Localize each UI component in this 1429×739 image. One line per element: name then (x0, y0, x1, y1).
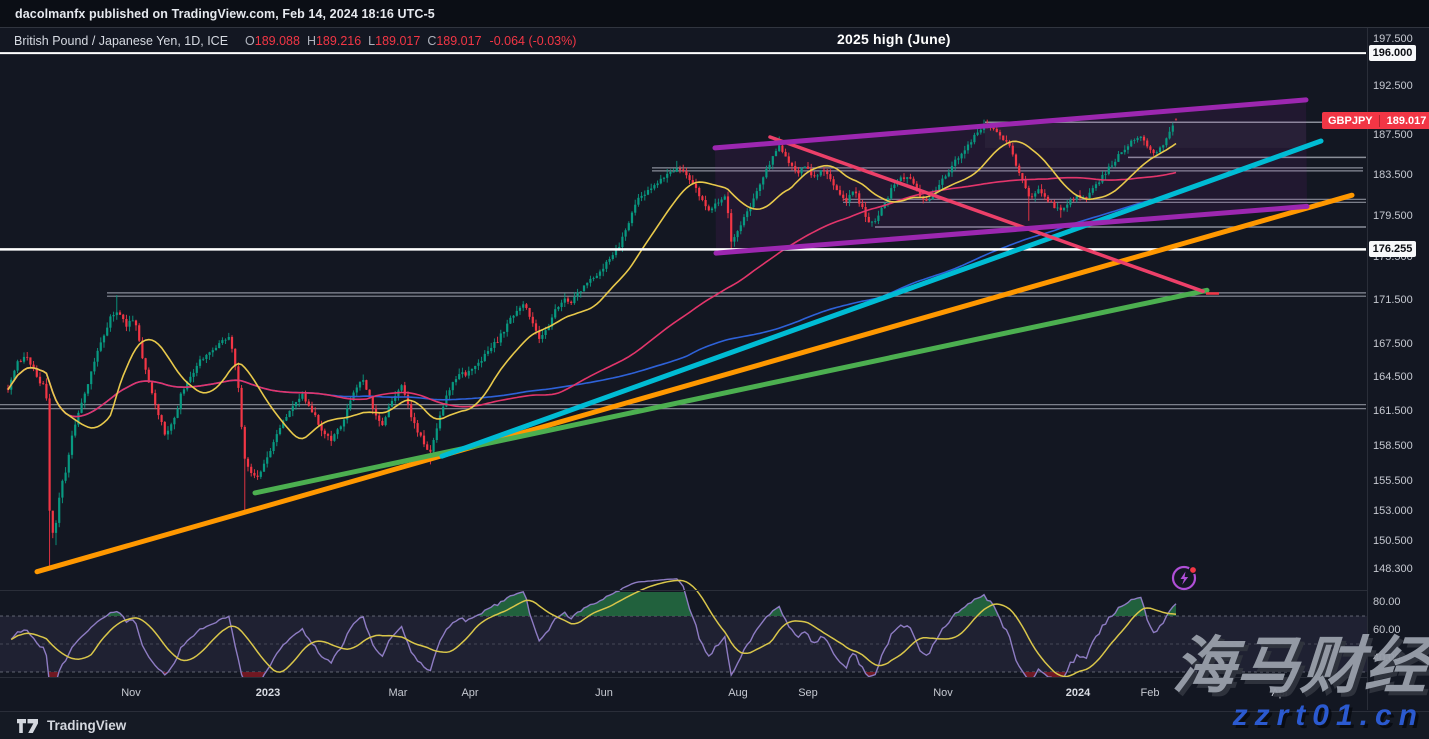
last-price-badge-symbol: GBPJPY (1322, 115, 1380, 127)
price-tick: 164.500 (1373, 370, 1413, 384)
notification-dot (1189, 566, 1196, 573)
price-tick: 155.500 (1373, 474, 1413, 488)
footer-bar: TradingView (0, 711, 1429, 739)
open-label: O (245, 34, 255, 48)
time-tick: Jun (595, 687, 613, 699)
time-tick: Apr (461, 687, 478, 699)
close-label: C (427, 34, 436, 48)
flash-idea-icon[interactable] (1168, 561, 1202, 595)
indicator-tick: 60.00 (1373, 623, 1401, 637)
indicator-tick: 40.00 (1373, 651, 1401, 665)
high-value: 189.216 (316, 34, 361, 48)
change-value: -0.064 (-0.03%) (490, 34, 577, 48)
time-tick: Apr (1271, 687, 1288, 699)
last-price-badge: GBPJPY 189.017 (1322, 112, 1429, 129)
time-tick: Nov (121, 687, 141, 699)
time-tick: Nov (933, 687, 953, 699)
time-tick: Aug (728, 687, 748, 699)
last-price-badge-value: 189.017 (1380, 115, 1429, 127)
published-text: dacolmanfx published on TradingView.com,… (15, 7, 435, 21)
published-bar: dacolmanfx published on TradingView.com,… (0, 0, 1429, 28)
indicator-tick: 80.00 (1373, 595, 1401, 609)
time-tick: Feb (1141, 687, 1160, 699)
chart-text-annotation[interactable]: 2025 high (June) (837, 31, 951, 47)
orange-trendline[interactable] (37, 195, 1352, 572)
time-tick: 2024 (1066, 687, 1090, 699)
price-tick: 148.300 (1373, 562, 1413, 576)
price-chart[interactable] (0, 0, 1429, 739)
tradingview-logo-icon[interactable] (16, 718, 39, 734)
price-level-label-176: 176.255 (1369, 241, 1416, 257)
price-tick: 183.500 (1373, 168, 1413, 182)
chart-legend[interactable]: British Pound / Japanese Yen, 1D, ICEO18… (14, 34, 576, 48)
price-tick: 179.500 (1373, 209, 1413, 223)
time-tick: 2023 (256, 687, 280, 699)
price-tick: 150.500 (1373, 534, 1413, 548)
time-tick: Sep (798, 687, 818, 699)
high-label: H (307, 34, 316, 48)
tradingview-logo-text[interactable]: TradingView (47, 718, 126, 733)
price-level-label-196: 196.000 (1369, 45, 1416, 61)
lightning-bolt-icon (1181, 572, 1189, 585)
price-tick: 161.500 (1373, 404, 1413, 418)
rsi-pane[interactable] (0, 579, 1367, 688)
price-tick: 187.500 (1373, 128, 1413, 142)
close-value: 189.017 (436, 34, 481, 48)
price-tick: 197.500 (1373, 32, 1413, 46)
price-tick: 192.500 (1373, 79, 1413, 93)
open-value: 189.088 (255, 34, 300, 48)
time-tick: Mar (389, 687, 408, 699)
tradingview-chart-page: dacolmanfx published on TradingView.com,… (0, 0, 1429, 739)
price-tick: 153.000 (1373, 504, 1413, 518)
plot-area[interactable] (0, 53, 1367, 687)
low-value: 189.017 (375, 34, 420, 48)
price-tick: 171.500 (1373, 293, 1413, 307)
price-tick: 158.500 (1373, 439, 1413, 453)
price-tick: 167.500 (1373, 337, 1413, 351)
symbol-title[interactable]: British Pound / Japanese Yen, 1D, ICE (14, 34, 228, 48)
